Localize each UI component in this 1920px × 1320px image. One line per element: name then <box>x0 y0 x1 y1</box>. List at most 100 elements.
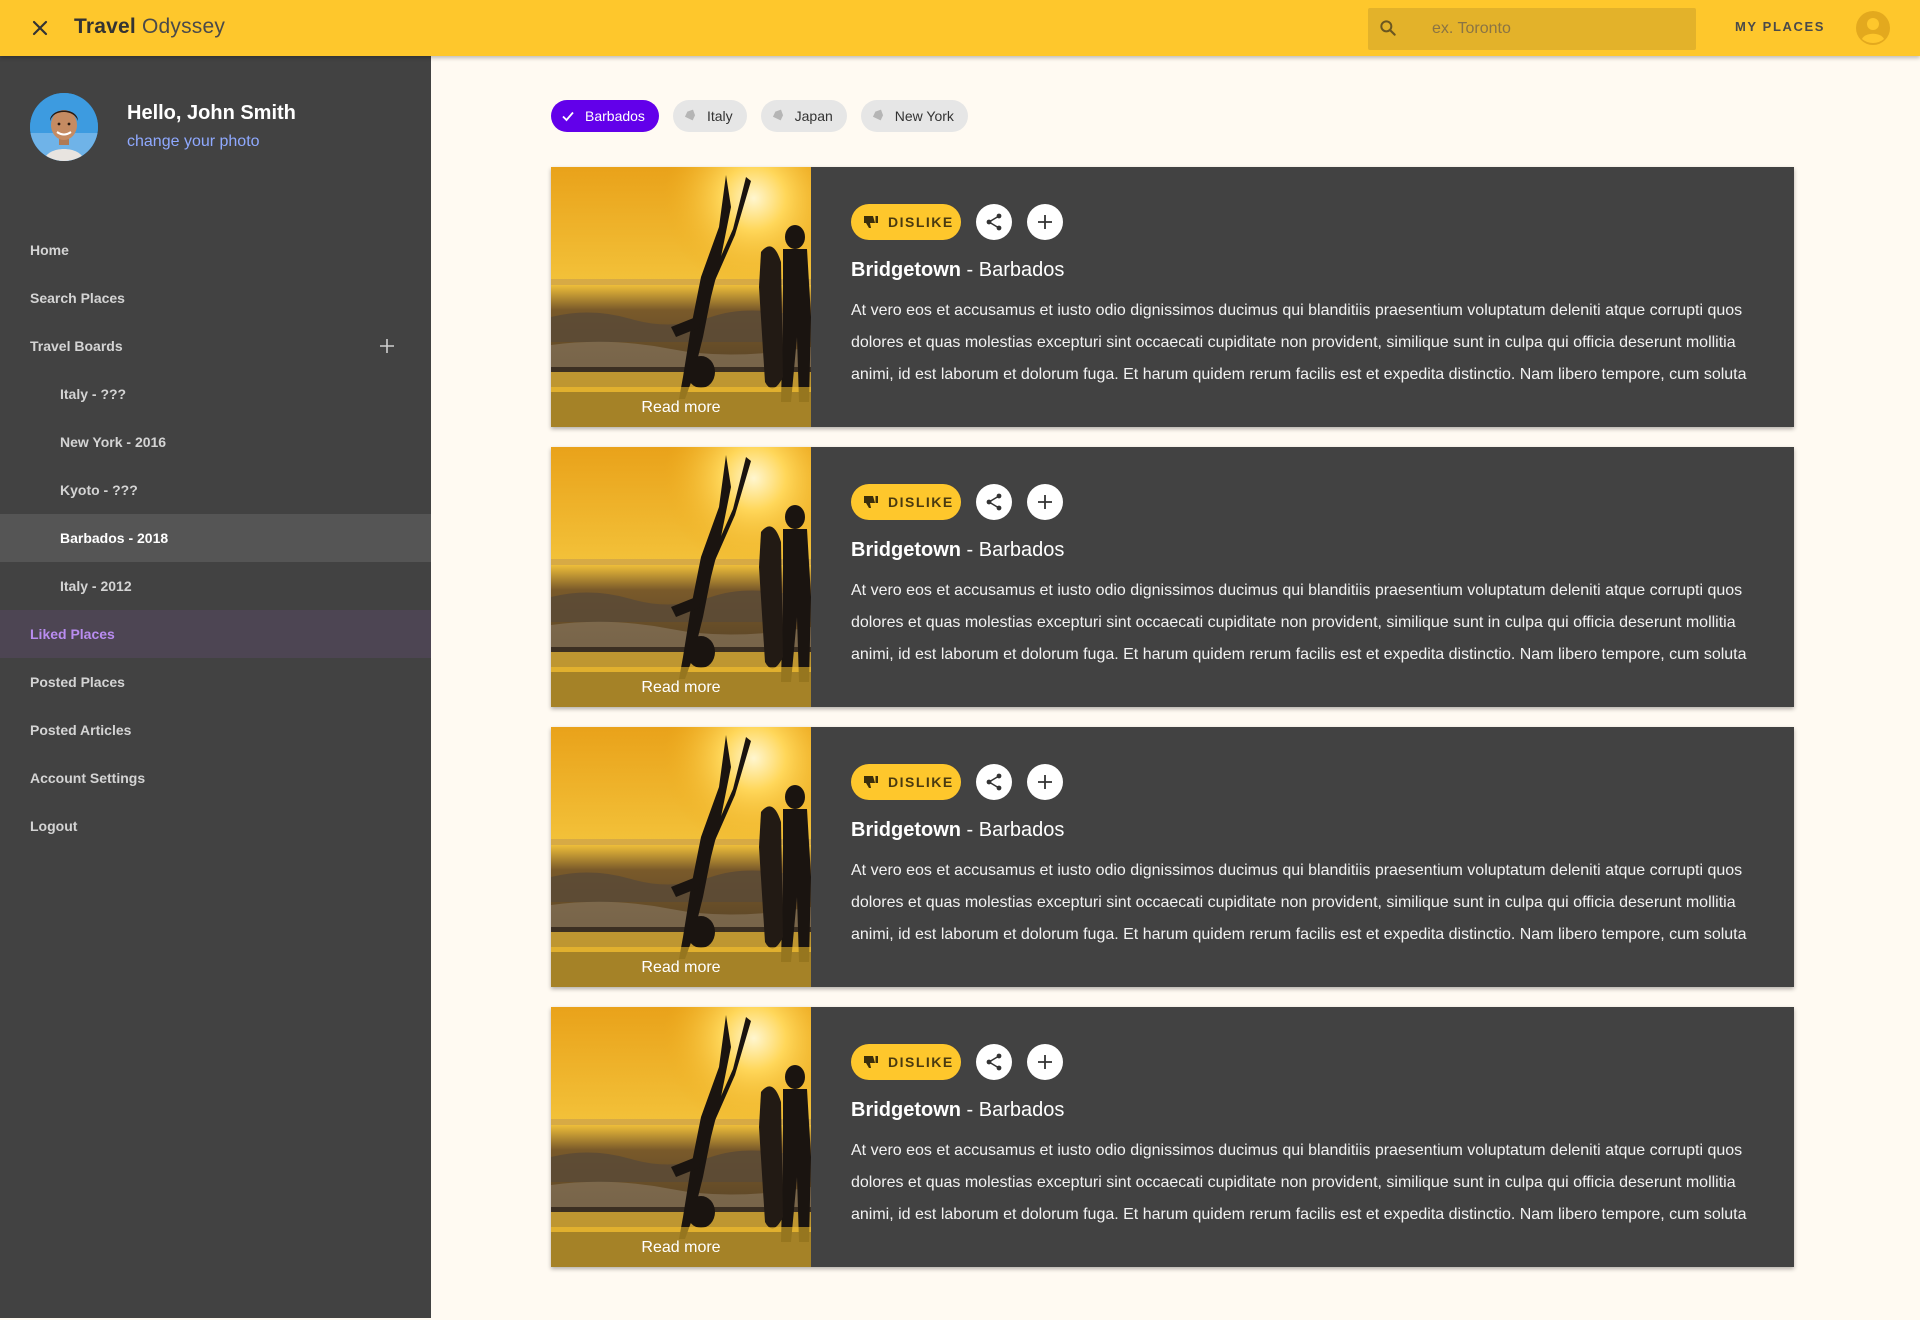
place-country: - Barbados <box>961 819 1065 841</box>
place-city: Bridgetown <box>851 1099 961 1121</box>
sidebar-item-logout[interactable]: Logout <box>0 802 431 850</box>
my-places-button[interactable]: MY PLACES <box>1735 19 1825 34</box>
sidebar-item-barbados-2018[interactable]: Barbados - 2018 <box>0 514 431 562</box>
sidebar-item-label: Kyoto - ??? <box>60 482 138 498</box>
sidebar-item-search-places[interactable]: Search Places <box>0 274 431 322</box>
filter-chip-japan[interactable]: Japan <box>760 100 847 132</box>
avatar[interactable] <box>30 93 98 161</box>
place-title[interactable]: Bridgetown - Barbados <box>851 819 1064 842</box>
share-icon <box>986 493 1002 511</box>
place-card: Read more DISLIKE Bridgetown - Barbados … <box>551 447 1794 707</box>
share-icon <box>986 1053 1002 1071</box>
sidebar-item-label: Italy - 2012 <box>60 578 132 594</box>
place-description: At vero eos et accusamus et iusto odio d… <box>851 582 1747 663</box>
chip-label: Barbados <box>585 108 645 124</box>
tag-icon <box>684 109 695 121</box>
user-greeting: Hello, John Smith <box>127 102 296 124</box>
app-title: Travel Odyssey <box>74 15 225 39</box>
chip-label: Italy <box>706 108 733 124</box>
place-title[interactable]: Bridgetown - Barbados <box>851 539 1064 562</box>
sidebar-item-label: Barbados - 2018 <box>60 530 169 546</box>
place-description: At vero eos et accusamus et iusto odio d… <box>851 862 1747 943</box>
sidebar-item-label: Travel Boards <box>30 338 123 354</box>
dislike-label: DISLIKE <box>888 214 954 230</box>
place-city: Bridgetown <box>851 819 961 841</box>
plus-icon <box>1038 775 1052 789</box>
filter-chip-barbados[interactable]: Barbados <box>551 100 659 132</box>
top-app-bar: Travel Odyssey MY PLACES <box>0 0 1920 56</box>
search-box <box>1368 8 1696 50</box>
place-city: Bridgetown <box>851 539 961 561</box>
place-card: Read more DISLIKE Bridgetown - Barbados … <box>551 727 1794 987</box>
dislike-button[interactable]: DISLIKE <box>851 764 961 800</box>
read-more-label: Read more <box>641 1239 721 1256</box>
plus-icon <box>1038 215 1052 229</box>
sidebar-item-home[interactable]: Home <box>0 226 431 274</box>
share-icon <box>986 773 1002 791</box>
chip-label: New York <box>894 108 954 124</box>
place-country: - Barbados <box>961 259 1065 281</box>
read-more-label: Read more <box>641 399 721 416</box>
add-to-board-button[interactable] <box>1027 484 1063 520</box>
add-to-board-button[interactable] <box>1027 1044 1063 1080</box>
sidebar-item-label: Logout <box>30 818 78 834</box>
navigation-drawer: Hello, John Smith change your photo Home… <box>0 56 431 1318</box>
sidebar-item-posted-places[interactable]: Posted Places <box>0 658 431 706</box>
read-more-button[interactable]: Read more <box>551 947 811 987</box>
add-to-board-button[interactable] <box>1027 204 1063 240</box>
place-card: Read more DISLIKE Bridgetown - Barbados … <box>551 167 1794 427</box>
thumb-down-icon <box>864 776 878 788</box>
filter-chips: Barbados Italy Japan New York <box>551 100 968 134</box>
filter-chip-new-york[interactable]: New York <box>860 100 968 132</box>
close-icon[interactable] <box>28 16 52 40</box>
read-more-button[interactable]: Read more <box>551 387 811 427</box>
read-more-button[interactable]: Read more <box>551 667 811 707</box>
search-icon <box>1380 20 1396 36</box>
app-title-bold: Travel <box>74 15 136 38</box>
sidebar-item-italy-2012[interactable]: Italy - 2012 <box>0 562 431 610</box>
share-icon <box>986 213 1002 231</box>
place-title[interactable]: Bridgetown - Barbados <box>851 259 1064 282</box>
plus-icon <box>1038 1055 1052 1069</box>
sidebar-item-posted-articles[interactable]: Posted Articles <box>0 706 431 754</box>
place-title[interactable]: Bridgetown - Barbados <box>851 1099 1064 1122</box>
sidebar-item-new-york-2016[interactable]: New York - 2016 <box>0 418 431 466</box>
dislike-button[interactable]: DISLIKE <box>851 484 961 520</box>
place-country: - Barbados <box>961 539 1065 561</box>
place-card: Read more DISLIKE Bridgetown - Barbados … <box>551 1007 1794 1267</box>
dislike-label: DISLIKE <box>888 494 954 510</box>
sidebar-item-travel-boards[interactable]: Travel Boards <box>0 322 431 370</box>
sidebar-item-label: Posted Places <box>30 674 125 690</box>
plus-icon[interactable] <box>377 336 397 356</box>
share-button[interactable] <box>976 1044 1012 1080</box>
read-more-label: Read more <box>641 959 721 976</box>
sidebar-item-label: Search Places <box>30 290 125 306</box>
account-circle-icon[interactable] <box>1855 10 1891 46</box>
sidebar-item-label: New York - 2016 <box>60 434 167 450</box>
add-to-board-button[interactable] <box>1027 764 1063 800</box>
sidebar-item-italy-unknown[interactable]: Italy - ??? <box>0 370 431 418</box>
change-photo-link[interactable]: change your photo <box>127 133 260 151</box>
share-button[interactable] <box>976 204 1012 240</box>
sidebar-item-label: Italy - ??? <box>60 386 127 402</box>
sidebar-item-account-settings[interactable]: Account Settings <box>0 754 431 802</box>
sidebar-item-kyoto-unknown[interactable]: Kyoto - ??? <box>0 466 431 514</box>
read-more-button[interactable]: Read more <box>551 1227 811 1267</box>
app-title-light: Odyssey <box>141 15 226 38</box>
check-icon <box>562 111 574 122</box>
filter-chip-italy[interactable]: Italy <box>672 100 747 132</box>
nav-list: Home Search Places Travel Boards Italy -… <box>0 226 431 850</box>
sidebar-item-label: Account Settings <box>30 770 146 786</box>
search-input[interactable] <box>1432 18 1682 40</box>
sidebar-item-label: Liked Places <box>30 626 115 642</box>
share-button[interactable] <box>976 484 1012 520</box>
place-country: - Barbados <box>961 1099 1065 1121</box>
thumb-down-icon <box>864 216 878 228</box>
read-more-label: Read more <box>641 679 721 696</box>
tag-icon <box>772 109 783 121</box>
share-button[interactable] <box>976 764 1012 800</box>
dislike-button[interactable]: DISLIKE <box>851 204 961 240</box>
chip-label: Japan <box>794 108 833 124</box>
sidebar-item-liked-places[interactable]: Liked Places <box>0 610 431 658</box>
dislike-button[interactable]: DISLIKE <box>851 1044 961 1080</box>
